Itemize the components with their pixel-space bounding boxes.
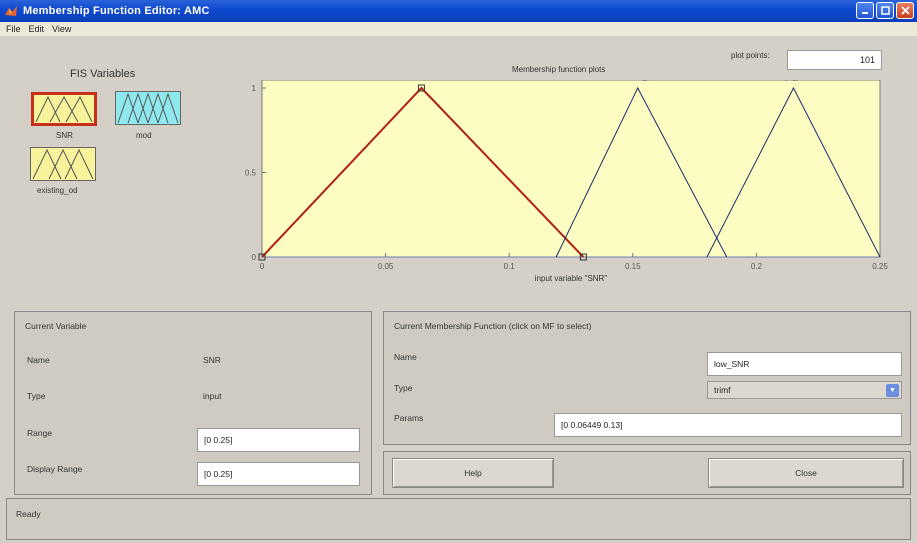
mf-params-label: Params [394,413,424,423]
window-title: Membership Function Editor: AMC [23,5,210,17]
mf-triangles-icon [117,92,179,124]
cv-display-range-label: Display Range [27,464,83,474]
mf-name-input[interactable]: low_SNR [707,352,902,376]
help-button[interactable]: Help [392,458,554,488]
close-button[interactable]: Close [708,458,904,488]
membership-function-plot[interactable]: 0 0.05 0.1 0.15 0.2 0.25 0 0.5 1 input variable … [240,80,900,290]
close-icon [900,6,910,15]
close-window-button[interactable] [896,2,914,19]
current-variable-panel: Current Variable Name SNR Type input Ran… [14,311,372,495]
minimize-button[interactable] [856,2,874,19]
mf-triangles-icon [35,95,93,123]
menu-edit[interactable]: Edit [29,24,45,34]
mf-label: high_NR [778,80,809,81]
x-tick-label: 0 [260,262,265,271]
mf-label: midium_NR [617,80,659,81]
fis-input-existing-od[interactable] [30,147,96,181]
display-range-input[interactable]: [0 0.25] [197,462,360,486]
x-tick-label: 0.2 [751,262,763,271]
mf-label: low_SNR [404,80,439,81]
current-mf-heading: Current Membership Function (click on MF… [394,321,592,331]
menu-bar: File Edit View [0,22,917,36]
cv-type-label: Type [27,391,46,401]
x-axis-label: input variable "SNR" [535,274,608,283]
plot-title: Membership function plots [512,65,606,74]
title-bar: Membership Function Editor: AMC [0,0,917,22]
minimize-icon [861,12,868,14]
fis-output-mod[interactable] [115,91,181,125]
mf-triangles-icon [32,148,94,180]
fis-variables-heading: FIS Variables [70,68,136,80]
y-tick-label: 1 [252,84,257,93]
menu-file[interactable]: File [6,24,21,34]
mf-type-label: Type [394,383,413,393]
x-tick-label: 0.1 [504,262,516,271]
cv-range-label: Range [27,428,53,438]
button-panel: Help Close [383,451,911,495]
x-tick-label: 0.05 [378,262,394,271]
maximize-button[interactable] [876,2,894,19]
matlab-icon [5,6,17,16]
top-area: FIS Variables SNR mod existing_od plot p… [0,36,917,288]
current-mf-panel: Current Membership Function (click on MF… [383,311,911,445]
status-text: Ready [16,509,41,519]
fis-input-snr-label: SNR [56,131,73,140]
plot-area [261,80,881,258]
cv-name-label: Name [27,355,50,365]
y-tick-label: 0 [252,253,257,262]
mf-params-input[interactable]: [0 0.06449 0.13] [554,413,902,437]
mf-name-label: Name [394,352,417,362]
current-variable-heading: Current Variable [25,321,87,331]
status-panel: Ready [6,498,911,540]
x-tick-label: 0.25 [872,262,888,271]
cv-name-value: SNR [203,355,221,365]
range-input[interactable]: [0 0.25] [197,428,360,452]
cv-type-value: input [203,391,222,401]
fis-input-existing-od-label: existing_od [37,186,78,195]
menu-view[interactable]: View [52,24,71,34]
fis-input-snr[interactable] [31,92,97,126]
mf-type-select[interactable]: trimf ▼ [707,381,902,399]
plot-points-label: plot points: [731,51,770,60]
mf-type-value: trimf [714,385,731,395]
fis-output-mod-label: mod [136,131,152,140]
maximize-icon [880,6,890,15]
y-tick-label: 0.5 [245,169,257,178]
chevron-down-icon: ▼ [886,384,899,397]
plot-points-input[interactable]: 101 [787,50,882,70]
x-tick-label: 0.15 [625,262,641,271]
